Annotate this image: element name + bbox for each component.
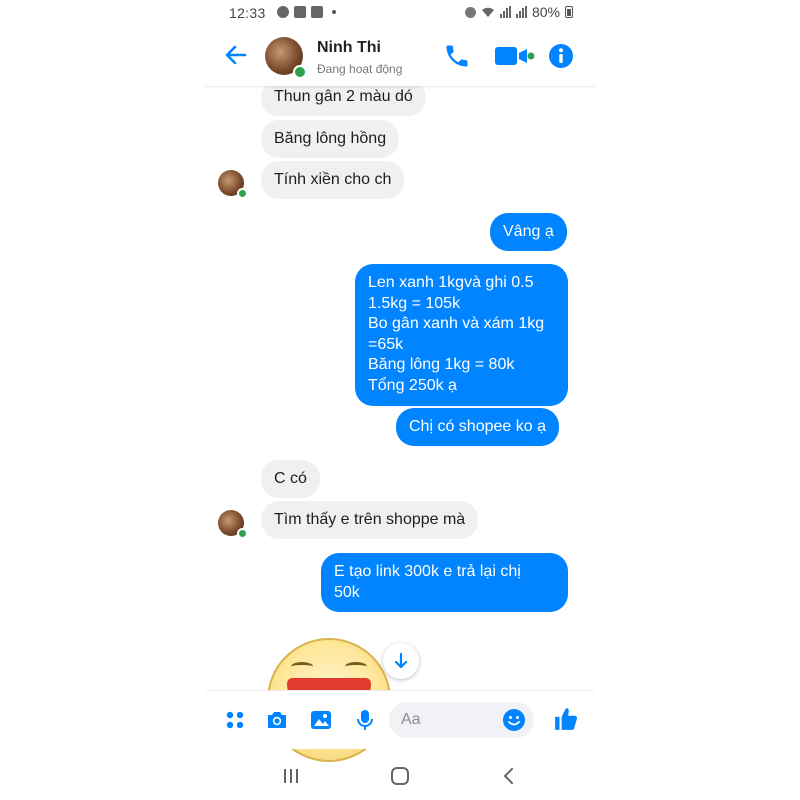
recent-apps-icon[interactable] [279,764,303,788]
notification-icons [277,6,336,18]
message-input[interactable]: Aa [389,702,534,738]
message-input-placeholder: Aa [401,711,421,728]
notification-icon [277,6,289,18]
scroll-to-bottom-button[interactable] [383,643,419,679]
online-indicator [293,65,307,79]
camera-icon[interactable] [265,708,289,732]
phone-icon[interactable] [443,42,471,70]
apps-icon[interactable] [223,708,247,732]
signal-icon-2 [515,6,527,18]
shopee-notification-icon [294,6,306,18]
message-bubble-outgoing[interactable]: Len xanh 1kgvà ghi 0.5 1.5kg = 105k Bo g… [355,264,568,406]
back-icon[interactable] [497,764,521,788]
video-icon[interactable] [495,42,535,70]
message-bubble-incoming[interactable]: Băng lông hồng [261,120,400,158]
battery-icon [565,6,573,18]
status-time: 12:33 [229,5,266,21]
message-bubble-outgoing[interactable]: E tạo link 300k e trả lại chị 50k [321,553,568,612]
battery-percent: 80% [531,4,560,20]
arrow-down-icon [394,652,408,669]
gallery-notification-icon [311,6,323,18]
back-arrow-icon[interactable] [223,42,249,68]
wifi-icon [481,7,494,17]
message-bubble-outgoing[interactable]: Vâng ạ [490,213,567,251]
online-indicator [237,528,248,539]
microphone-icon[interactable] [353,708,377,732]
sticker-eye [345,662,367,671]
contact-status: Đang hoạt động [317,62,403,76]
contact-name[interactable]: Ninh Thi [317,39,381,57]
info-icon[interactable] [547,42,575,70]
message-bubble-incoming[interactable]: Tính xiền cho ch [261,161,405,199]
sticker-eye [291,662,313,671]
messenger-screen: 12:33 80% Ninh Thi Đang hoạt động Thun g… [205,0,595,800]
message-composer: Aa [205,690,595,749]
signal-icon [499,6,511,18]
message-bubble-incoming[interactable]: C có [261,460,320,498]
message-bubble-outgoing[interactable]: Chị có shopee ko ạ [396,408,559,446]
alarm-icon [464,6,476,18]
emoji-icon[interactable] [502,708,526,732]
online-indicator [237,188,248,199]
chat-header: Ninh Thi Đang hoạt động [205,28,595,86]
image-icon[interactable] [309,708,333,732]
status-bar: 12:33 80% [205,0,595,26]
message-bubble-incoming[interactable]: Tìm thấy e trên shoppe mà [261,501,479,539]
more-notifications-icon [332,10,336,14]
system-status: 80% [464,4,573,20]
system-nav-bar [205,752,595,800]
thumbs-up-icon[interactable] [553,706,579,732]
home-icon[interactable] [388,764,412,788]
